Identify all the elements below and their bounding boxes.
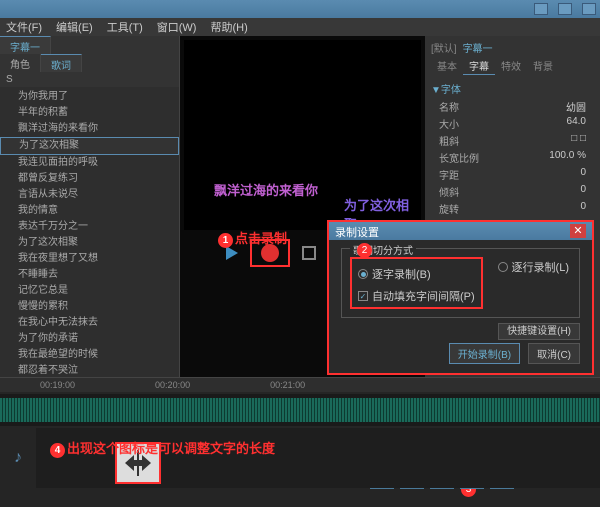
callout-1: 1点击录制 [218,228,287,248]
prop-ratio-value[interactable]: 100.0 % [549,150,586,165]
lyric-row[interactable]: 不睡睡去 [0,267,179,283]
stop-button[interactable] [302,246,316,260]
ruler-t1: 00:19:00 [40,380,75,390]
prop-slant-value[interactable]: 0 [580,184,586,199]
callout-4-text: 出现这个图标是可以调整文字的长度 [67,441,275,456]
menu-window[interactable]: 窗口(W) [157,19,197,35]
close-window-button[interactable] [582,3,596,15]
lyric-row[interactable]: 记忆它总是 [0,283,179,299]
maximize-button[interactable] [558,3,572,15]
prop-name-label: 名称 [439,99,459,114]
prop-weight-value[interactable]: □ □ [571,133,586,148]
lyric-row[interactable]: 言语从未说尽 [0,187,179,203]
prop-spacing-label: 字距 [439,167,459,182]
menu-edit[interactable]: 编辑(E) [56,19,93,35]
cancel-button[interactable]: 取消(C) [528,343,580,364]
lyric-row[interactable]: 为了这次相聚 [0,235,179,251]
lyric-row[interactable]: 我连见面拍的呼吸 [0,155,179,171]
rtab2-bg[interactable]: 背景 [527,57,559,75]
radio-line-label: 逐行录制(L) [512,259,569,275]
minimize-button[interactable] [534,3,548,15]
ruler-t3: 00:21:00 [270,380,305,390]
left-panel: 字幕一 角色 歌词 S 为你我用了半年的积蓄飘洋过海的来看你为了这次相聚我连见面… [0,36,180,377]
lyric-row[interactable]: 为了这次相聚 [0,137,179,155]
prop-size-label: 大小 [439,116,459,131]
check-autofill-label: 自动填充字间间隔(P) [372,288,475,304]
lyric-row[interactable]: 都忍着不哭泣 [0,363,179,377]
tab-lyric[interactable]: 歌词 [41,54,82,72]
section-font[interactable]: ▼字体 [431,79,594,98]
prop-weight-label: 粗斜 [439,133,459,148]
rtab2-effect[interactable]: 特效 [495,57,527,75]
menu-help[interactable]: 帮助(H) [210,19,247,35]
prop-rotate-value[interactable]: 0 [580,201,586,216]
dialog-title: 录制设置 [335,224,379,238]
menu-tool[interactable]: 工具(T) [107,19,143,35]
tab-role[interactable]: 角色 [0,54,41,72]
timeline-panel: 00:19:00 00:20:00 00:21:00 4出现这个图标是可以调整文… [0,377,600,507]
lyric-row[interactable]: 为你我用了 [0,89,179,105]
radio-char-label: 逐字录制(B) [372,266,431,282]
lyric-row[interactable]: 我在最绝望的时候 [0,347,179,363]
lyric-row[interactable]: 在我心中无法抹去 [0,315,179,331]
title-bar [0,0,600,18]
rtab-subtitle[interactable]: 字幕一 [463,40,493,55]
dialog-titlebar: 录制设置 ✕ [329,222,592,240]
lyric-row[interactable]: 为了你的承诺 [0,331,179,347]
dialog-close-button[interactable]: ✕ [570,224,586,238]
rtab2-basic[interactable]: 基本 [431,57,463,75]
prop-ratio-label: 长宽比例 [439,150,479,165]
lyric-row[interactable]: 表达千万分之一 [0,219,179,235]
lyric-row[interactable]: 我的情意 [0,203,179,219]
prop-slant-label: 倾斜 [439,184,459,199]
rtab2-subtitle[interactable]: 字幕 [463,57,495,75]
lyric-row[interactable]: 半年的积蓄 [0,105,179,121]
lyric-row[interactable]: 飘洋过海的来看你 [0,121,179,137]
video-preview: 飘洋过海的来看你 为了这次相聚 [184,40,421,230]
prop-size-value[interactable]: 64.0 [567,116,586,131]
prop-spacing-value[interactable]: 0 [580,167,586,182]
lyric-row[interactable]: 我在夜里想了又想 [0,251,179,267]
prop-rotate-label: 旋转 [439,201,459,216]
start-record-button[interactable]: 开始录制(B) [449,343,520,364]
preview-line-a: 飘洋过海的来看你 [214,180,318,199]
menu-file[interactable]: 文件(F) [6,19,42,35]
play-button[interactable] [226,246,238,260]
callout-1-text: 点击录制 [235,231,287,246]
lyrics-list[interactable]: 为你我用了半年的积蓄飘洋过海的来看你为了这次相聚我连见面拍的呼吸都曾反复练习言语… [0,87,179,377]
ruler-t2: 00:20:00 [155,380,190,390]
callout-4: 4出现这个图标是可以调整文字的长度 [50,438,275,458]
lyric-row[interactable]: 都曾反复练习 [0,171,179,187]
lyric-row[interactable]: 慢慢的累积 [0,299,179,315]
waveform-left[interactable] [0,394,600,426]
prop-name-value[interactable]: 幼圆 [566,99,586,114]
lyric-column-head: S [0,72,179,87]
badge-4: 4 [50,443,65,458]
track-music-icon: ♪ [0,428,36,488]
badge-1: 1 [218,233,233,248]
time-ruler[interactable]: 00:19:00 00:20:00 00:21:00 [0,378,600,392]
radio-line[interactable]: 逐行录制(L) [498,259,569,275]
check-autofill[interactable]: ✓自动填充字间间隔(P) [358,288,475,304]
hotkey-settings-button[interactable]: 快捷键设置(H) [498,323,580,340]
rtab-default[interactable]: [默认] [431,40,457,55]
menu-bar: 文件(F) 编辑(E) 工具(T) 窗口(W) 帮助(H) [0,18,600,36]
radio-char[interactable]: 逐字录制(B) [358,266,431,282]
badge-2: 2 [357,243,372,258]
tab-subtitle[interactable]: 字幕一 [0,36,51,54]
